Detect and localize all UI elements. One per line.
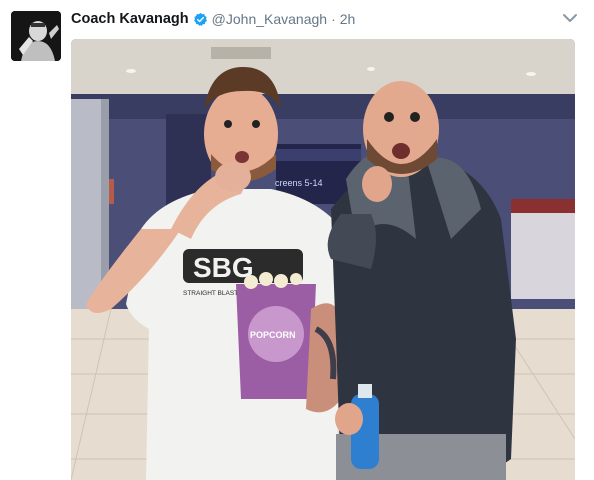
tweet-card[interactable]: Coach Kavanagh @John_Kavanagh · 2h creen…	[0, 0, 594, 480]
tweet-header: Coach Kavanagh @John_Kavanagh · 2h	[71, 9, 355, 29]
tweet-photo[interactable]: creens 5-14 SBG STRAIGHT BLAST GYM POPCO…	[71, 39, 575, 480]
separator-dot: ·	[331, 11, 336, 27]
tweet-timestamp[interactable]: 2h	[340, 11, 356, 27]
cinema-sign-text: creens 5-14	[275, 178, 323, 188]
popcorn-bag-text: POPCORN	[250, 330, 296, 340]
author-avatar[interactable]	[11, 11, 61, 61]
shirt-logo-text: SBG	[193, 252, 254, 283]
chevron-down-icon[interactable]	[562, 11, 578, 23]
author-handle[interactable]: @John_Kavanagh	[212, 11, 327, 27]
author-name[interactable]: Coach Kavanagh	[71, 11, 189, 27]
verified-badge-icon	[193, 12, 208, 27]
